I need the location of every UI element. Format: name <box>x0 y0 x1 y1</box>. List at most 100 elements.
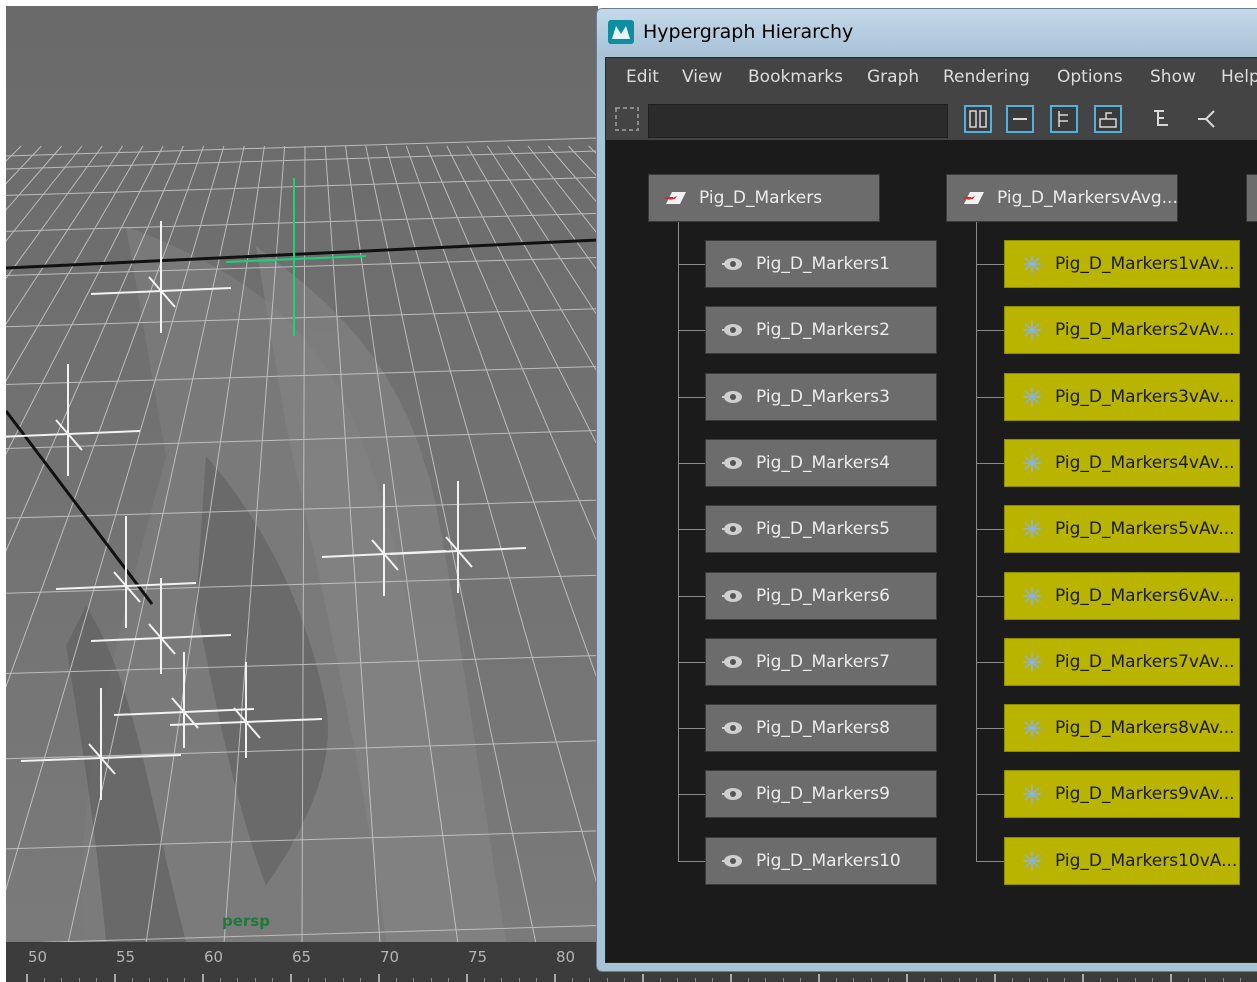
scene-hierarchy-icon[interactable] <box>962 103 994 135</box>
child-node[interactable]: Pig_D_Markers8vAv... <box>1004 704 1240 752</box>
group-transform-icon <box>665 192 686 204</box>
child-node[interactable]: Pig_D_Markers6 <box>705 572 937 620</box>
timeline-minor-tick <box>166 978 168 982</box>
hierarchy-connector <box>678 794 705 795</box>
menu-show[interactable]: Show <box>1150 67 1196 87</box>
star-locator-icon <box>1023 520 1041 538</box>
node-search-input[interactable] <box>648 104 948 138</box>
parent-node[interactable]: Pig_D_MarkersvAvg... <box>946 174 1178 222</box>
timeline-tick-label: 75 <box>468 948 488 966</box>
child-node[interactable]: Pig_D_Markers7 <box>705 638 937 686</box>
parent-node[interactable]: Pig_D_Markers <box>648 174 880 222</box>
node-label: Pig_D_Markers2vAv... <box>1055 320 1235 340</box>
child-node[interactable]: Pig_D_Markers3vAv... <box>1004 373 1240 421</box>
frame-selection-icon[interactable] <box>612 104 642 134</box>
node-label: Pig_D_MarkersvAvg... <box>997 188 1177 208</box>
timeline-minor-tick <box>765 978 767 982</box>
window-titlebar[interactable]: Hypergraph Hierarchy <box>597 9 1257 55</box>
timeline-tick <box>114 974 116 982</box>
child-node[interactable]: Pig_D_Markers10vA... <box>1004 837 1240 885</box>
hierarchy-graph[interactable]: Pig_D_Markers Pig_D_Markers1 Pig_D_Markers… <box>606 140 1257 962</box>
timeline-minor-tick <box>1222 978 1224 982</box>
hierarchy-connector <box>678 728 705 729</box>
child-node[interactable]: Pig_D_Markers8 <box>705 704 937 752</box>
menu-graph[interactable]: Graph <box>867 67 919 87</box>
child-node[interactable]: Pig_D_Markers4vAv... <box>1004 439 1240 487</box>
menu-edit[interactable]: Edit <box>626 67 659 87</box>
child-node[interactable]: Pig_D_Markers3 <box>705 373 937 421</box>
perspective-viewport[interactable]: persp <box>6 6 598 942</box>
timeline-tick <box>290 974 292 982</box>
locator-eye-icon <box>722 258 742 270</box>
layout-tree-icon[interactable] <box>1146 103 1178 135</box>
child-node[interactable]: Pig_D_Markers1 <box>705 240 937 288</box>
child-node[interactable]: Pig_D_Markers5 <box>705 505 937 553</box>
child-node[interactable]: Pig_D_Markers9vAv... <box>1004 770 1240 818</box>
node-label: Pig_D_Markers6vAv... <box>1055 586 1235 606</box>
star-locator-icon <box>1023 587 1041 605</box>
timeline-minor-tick <box>1064 978 1066 982</box>
child-node[interactable]: Pig_D_Markers9 <box>705 770 937 818</box>
hypergraph-window: Hypergraph Hierarchy Edit View Bookmarks… <box>596 8 1257 972</box>
timeline-minor-tick <box>149 978 151 982</box>
layout-branch-icon[interactable] <box>1190 103 1222 135</box>
timeline-minor-tick <box>184 978 186 982</box>
star-locator-icon <box>1023 785 1041 803</box>
timeline-minor-tick <box>782 978 784 982</box>
timeline-tick <box>818 974 820 982</box>
parent-node-partial[interactable] <box>1246 174 1257 222</box>
child-node[interactable]: Pig_D_Markers7vAv... <box>1004 638 1240 686</box>
group-transform-icon <box>963 192 984 204</box>
expand-icon[interactable] <box>1048 103 1080 135</box>
menu-options[interactable]: Options <box>1057 67 1123 87</box>
menu-bookmarks[interactable]: Bookmarks <box>748 67 843 87</box>
timeline-minor-tick <box>941 978 943 982</box>
node-label: Pig_D_Markers4 <box>756 453 890 473</box>
child-node[interactable]: Pig_D_Markers2vAv... <box>1004 306 1240 354</box>
child-node[interactable]: Pig_D_Markers2 <box>705 306 937 354</box>
child-node[interactable]: Pig_D_Markers1vAv... <box>1004 240 1240 288</box>
timeline-tick <box>1170 974 1172 982</box>
node-label: Pig_D_Markers3 <box>756 387 890 407</box>
node-label: Pig_D_Markers2 <box>756 320 890 340</box>
child-node[interactable]: Pig_D_Markers6vAv... <box>1004 572 1240 620</box>
toolbar <box>606 96 1257 140</box>
hierarchy-connector <box>976 264 1004 265</box>
child-node[interactable]: Pig_D_Markers5vAv... <box>1004 505 1240 553</box>
timeline-tick-label: 50 <box>28 948 48 966</box>
menu-view[interactable]: View <box>682 67 722 87</box>
timeline-tick <box>642 974 644 982</box>
node-label: Pig_D_Markers5vAv... <box>1055 519 1235 539</box>
timeline-minor-tick <box>853 978 855 982</box>
timeline-minor-tick <box>1187 978 1189 982</box>
star-locator-icon <box>1023 321 1041 339</box>
timeline-minor-tick <box>1011 978 1013 982</box>
input-output-icon[interactable] <box>1092 103 1124 135</box>
collapse-icon[interactable] <box>1004 103 1036 135</box>
timeline-minor-tick <box>659 978 661 982</box>
locator-eye-icon <box>722 590 742 602</box>
node-label: Pig_D_Markers <box>699 188 823 208</box>
timeline-minor-tick <box>219 978 221 982</box>
hierarchy-connector <box>678 463 705 464</box>
node-label: Pig_D_Markers9 <box>756 784 890 804</box>
node-label: Pig_D_Markers7 <box>756 652 890 672</box>
locator-eye-icon <box>722 656 742 668</box>
timeline-minor-tick <box>448 978 450 982</box>
locator-eye-icon <box>722 324 742 336</box>
timeline-minor-tick <box>61 978 63 982</box>
menu-help[interactable]: Help <box>1221 67 1257 87</box>
child-node[interactable]: Pig_D_Markers4 <box>705 439 937 487</box>
menu-rendering[interactable]: Rendering <box>943 67 1030 87</box>
locator-eye-icon <box>722 391 742 403</box>
hierarchy-connector <box>678 397 705 398</box>
hierarchy-connector <box>678 861 705 862</box>
hierarchy-connector <box>976 794 1004 795</box>
node-label: Pig_D_Markers1vAv... <box>1055 254 1235 274</box>
node-label: Pig_D_Markers10 <box>756 851 901 871</box>
timeline-minor-tick <box>307 978 309 982</box>
window-title: Hypergraph Hierarchy <box>643 21 854 43</box>
child-node[interactable]: Pig_D_Markers10 <box>705 837 937 885</box>
node-label: Pig_D_Markers9vAv... <box>1055 784 1235 804</box>
hierarchy-connector <box>678 529 705 530</box>
